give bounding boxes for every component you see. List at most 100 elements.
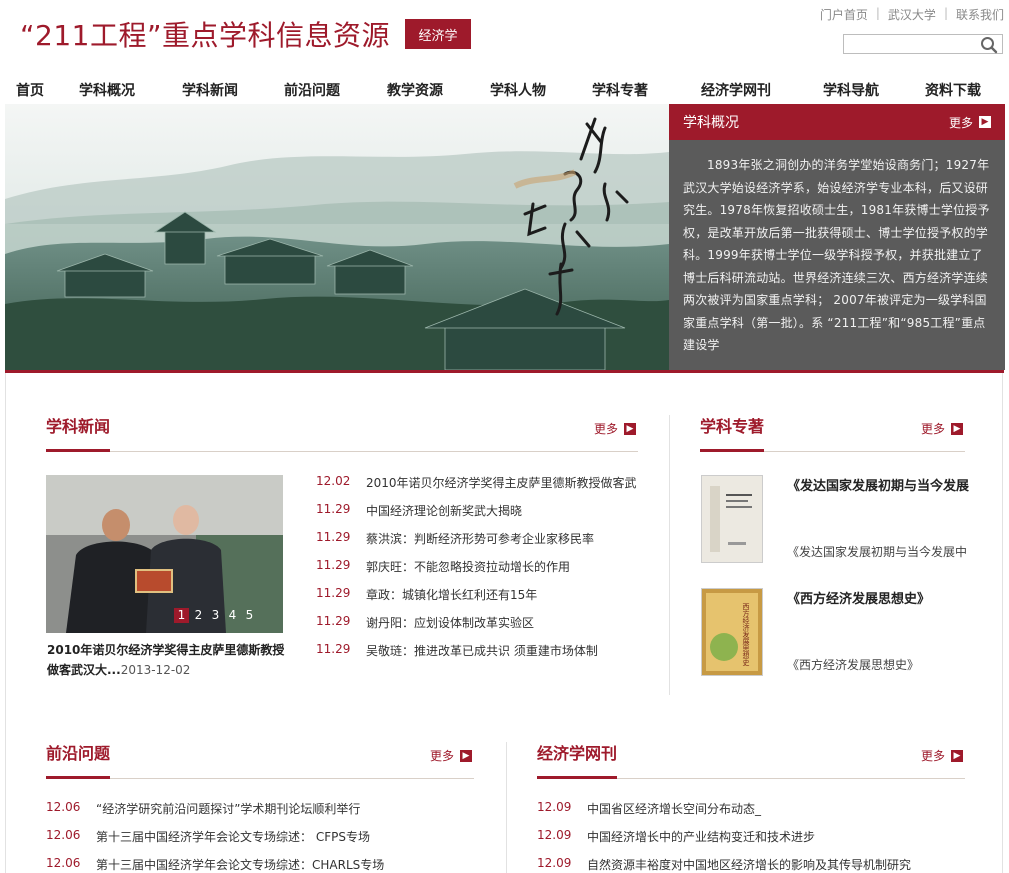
banner-image — [5, 104, 669, 370]
title-underline — [700, 449, 764, 452]
list-item[interactable]: 12.09 自然资源丰裕度对中国地区经济增长的影响及其传导机制研究 — [537, 856, 911, 873]
main-nav: 首页 学科概况 学科新闻 前沿问题 教学资源 学科人物 学科专著 经济学网刊 学… — [0, 74, 1009, 104]
news-date: 11.29 — [316, 642, 351, 656]
nav-teaching[interactable]: 教学资源 — [387, 80, 443, 100]
list-item[interactable]: 12.06 “经济学研究前沿问题探讨”学术期刊论坛顺利举行 — [46, 800, 360, 817]
separator: | — [943, 6, 948, 20]
pager-5[interactable]: 5 — [242, 608, 257, 623]
intro-more-link[interactable]: 更多 ▶ — [949, 114, 991, 131]
photo-date: 2013-12-02 — [120, 663, 191, 677]
toplink-whu[interactable]: 武汉大学 — [888, 6, 936, 23]
news-date: 11.29 — [316, 558, 351, 572]
book-cover[interactable]: 西方经济发展思想史 — [701, 588, 763, 676]
intro-title: 学科概况 — [683, 115, 739, 131]
list-item[interactable]: 11.29 章政：城镇化增长红利还有15年 — [316, 586, 537, 603]
nav-guide[interactable]: 学科导航 — [823, 80, 879, 100]
arrow-right-icon: ▶ — [979, 116, 991, 128]
arrow-right-icon: ▶ — [460, 749, 473, 762]
frontier-text: 第十三届中国经济学年会论文专场综述： CFPS专场 — [96, 830, 370, 844]
news-photo[interactable]: 1 2 3 4 5 — [46, 475, 283, 633]
pager-4[interactable]: 4 — [225, 608, 240, 623]
intro-panel: 学科概况 更多 ▶ 1893年张之洞创办的洋务学堂始设商务门；1927年武汉大学… — [669, 104, 1005, 370]
book-title[interactable]: 《发达国家发展初期与当今发展 — [787, 475, 969, 494]
journal-section-title: 经济学网刊 — [537, 744, 618, 763]
journal-text: 中国经济增长中的产业结构变迁和技术进步 — [587, 830, 816, 844]
toplink-portal[interactable]: 门户首页 — [820, 6, 868, 23]
title-underline — [537, 776, 617, 779]
journal-date: 12.09 — [537, 856, 572, 870]
book-desc: 《西方经济发展思想史》 — [787, 658, 920, 672]
frontier-date: 12.06 — [46, 800, 81, 814]
frontier-date: 12.06 — [46, 828, 81, 842]
title-underline — [46, 449, 110, 452]
intro-header: 学科概况 更多 ▶ — [669, 104, 1005, 140]
list-item[interactable]: 11.29 郭庆旺：不能忽略投资拉动增长的作用 — [316, 558, 570, 575]
nav-books[interactable]: 学科专著 — [592, 80, 648, 100]
subject-badge[interactable]: 经济学 — [405, 19, 471, 49]
book-title[interactable]: 《西方经济发展思想史》 — [787, 588, 930, 607]
book-cover[interactable] — [701, 475, 763, 563]
separator: | — [875, 6, 880, 20]
search-input[interactable] — [844, 37, 982, 55]
news-date: 11.29 — [316, 530, 351, 544]
nav-people[interactable]: 学科人物 — [490, 80, 546, 100]
toplink-contact[interactable]: 联系我们 — [956, 6, 1004, 23]
list-item[interactable]: 11.29 中国经济理论创新奖武大揭晓 — [316, 502, 522, 519]
pager-1[interactable]: 1 — [174, 608, 189, 623]
nav-journal[interactable]: 经济学网刊 — [701, 80, 771, 100]
more-label: 更多 — [921, 422, 946, 436]
journal-date: 12.09 — [537, 800, 572, 814]
frontier-text: 第十三届中国经济学年会论文专场综述：CHARLS专场 — [96, 858, 385, 872]
site-title: “211工程”重点学科信息资源 — [20, 19, 390, 52]
nav-overview[interactable]: 学科概况 — [79, 80, 135, 100]
divider — [46, 451, 638, 452]
news-date: 12.02 — [316, 474, 351, 488]
pager-2[interactable]: 2 — [191, 608, 206, 623]
news-text: 中国经济理论创新奖武大揭晓 — [366, 504, 523, 518]
news-section-title: 学科新闻 — [46, 417, 111, 436]
search-icon[interactable] — [980, 36, 998, 54]
arrow-right-icon: ▶ — [951, 422, 964, 435]
column-divider — [669, 415, 670, 695]
list-item[interactable]: 12.02 2010年诺贝尔经济学奖得主皮萨里德斯教授做客武 — [316, 474, 637, 491]
news-date: 11.29 — [316, 586, 351, 600]
books-more-link[interactable]: 更多 ▶ — [921, 420, 964, 437]
frontier-section-title: 前沿问题 — [46, 744, 111, 763]
frontier-more-link[interactable]: 更多 ▶ — [430, 747, 473, 764]
pager-3[interactable]: 3 — [208, 608, 223, 623]
nav-news[interactable]: 学科新闻 — [182, 80, 238, 100]
arrow-right-icon: ▶ — [624, 422, 637, 435]
more-label: 更多 — [948, 115, 973, 130]
divider — [46, 778, 474, 779]
news-text: 谢丹阳：应划设体制改革实验区 — [366, 616, 535, 630]
search-box — [843, 34, 1003, 55]
nav-downloads[interactable]: 资料下载 — [925, 80, 981, 100]
list-item[interactable]: 12.06 第十三届中国经济学年会论文专场综述：CHARLS专场 — [46, 856, 384, 873]
list-item[interactable]: 11.29 吴敬琏：推进改革已成共识 须重建市场体制 — [316, 642, 598, 659]
nav-home[interactable]: 首页 — [16, 80, 44, 100]
column-divider — [506, 742, 507, 873]
nav-frontier[interactable]: 前沿问题 — [284, 80, 340, 100]
list-item[interactable]: 12.06 第十三届中国经济学年会论文专场综述： CFPS专场 — [46, 828, 370, 845]
arrow-right-icon: ▶ — [951, 749, 964, 762]
more-label: 更多 — [921, 749, 946, 763]
books-section-title: 学科专著 — [700, 417, 765, 436]
more-label: 更多 — [430, 749, 455, 763]
journal-text: 中国省区经济增长空间分布动态_ — [587, 802, 762, 816]
list-item[interactable]: 11.29 谢丹阳：应划设体制改革实验区 — [316, 614, 534, 631]
more-label: 更多 — [594, 422, 619, 436]
list-item[interactable]: 12.09 中国经济增长中的产业结构变迁和技术进步 — [537, 828, 815, 845]
book-cover-title: 西方经济发展思想史 — [742, 603, 750, 667]
news-text: 2010年诺贝尔经济学奖得主皮萨里德斯教授做客武 — [366, 476, 637, 490]
photo-pager: 1 2 3 4 5 — [174, 608, 257, 623]
news-date: 11.29 — [316, 502, 351, 516]
photo-caption[interactable]: 2010年诺贝尔经济学奖得主皮萨里德斯教授做客武汉大...2013-12-02 — [47, 640, 287, 680]
journal-text: 自然资源丰裕度对中国地区经济增长的影响及其传导机制研究 — [587, 858, 912, 872]
news-text: 蔡洪滨：判断经济形势可参考企业家移民率 — [366, 532, 595, 546]
journal-more-link[interactable]: 更多 ▶ — [921, 747, 964, 764]
news-date: 11.29 — [316, 614, 351, 628]
journal-date: 12.09 — [537, 828, 572, 842]
list-item[interactable]: 11.29 蔡洪滨：判断经济形势可参考企业家移民率 — [316, 530, 594, 547]
news-more-link[interactable]: 更多 ▶ — [594, 420, 637, 437]
list-item[interactable]: 12.09 中国省区经济增长空间分布动态_ — [537, 800, 761, 817]
